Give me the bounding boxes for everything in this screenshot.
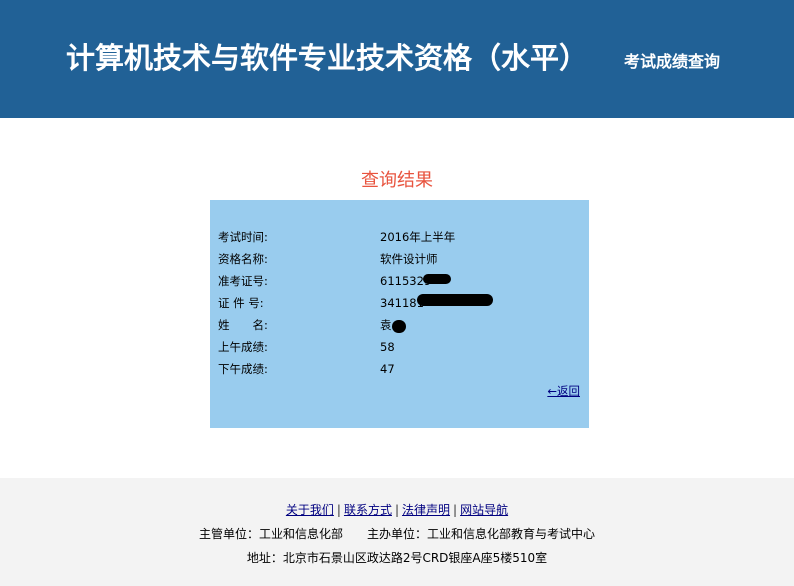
address-text: 地址：北京市石景山区政达路2号CRD银座A座5楼510室 <box>246 551 548 565</box>
afternoon-score-label: 下午成绩: <box>218 362 268 376</box>
legal-link[interactable]: 法律声明 <box>402 503 450 517</box>
result-panel: 考试时间: 2016年上半年 资格名称: 软件设计师 准考证号: 6115329… <box>210 200 589 428</box>
sitemap-link[interactable]: 网站导航 <box>460 503 508 517</box>
back-link[interactable]: ←返回 <box>547 383 580 399</box>
result-heading: 查询结果 <box>361 170 433 191</box>
name-value: 袁 <box>380 318 392 332</box>
page-subtitle: 考试成绩查询 <box>624 52 721 71</box>
redaction-mark <box>423 274 451 284</box>
afternoon-score-value: 47 <box>380 362 395 376</box>
footer-links: 关于我们 | 联系方式 | 法律声明 | 网站导航 <box>0 502 794 518</box>
page-title: 计算机技术与软件专业技术资格（水平） <box>66 41 589 75</box>
about-us-link[interactable]: 关于我们 <box>286 503 334 517</box>
qualification-label: 资格名称: <box>218 252 268 266</box>
exam-time-label: 考试时间: <box>218 230 268 244</box>
exam-time-value: 2016年上半年 <box>380 230 456 244</box>
id-number-label: 证 件 号: <box>218 296 264 310</box>
qualification-value: 软件设计师 <box>380 252 438 266</box>
morning-score-value: 58 <box>380 340 395 354</box>
contact-link[interactable]: 联系方式 <box>344 503 392 517</box>
redaction-mark <box>392 320 406 333</box>
name-label: 姓 名: <box>218 318 268 332</box>
link-separator: | <box>336 503 341 517</box>
organizer-text: 主办单位：工业和信息化部教育与考试中心 <box>367 527 596 541</box>
organization-line: 主管单位：工业和信息化部 主办单位：工业和信息化部教育与考试中心 <box>0 526 794 542</box>
morning-score-label: 上午成绩: <box>218 340 268 354</box>
header-banner: 计算机技术与软件专业技术资格（水平） 考试成绩查询 <box>0 0 794 118</box>
redaction-mark <box>417 294 493 306</box>
ticket-number-label: 准考证号: <box>218 274 268 288</box>
link-separator: | <box>453 503 458 517</box>
link-separator: | <box>394 503 400 517</box>
supervisor-text: 主管单位：工业和信息化部 <box>198 527 343 541</box>
footer: 关于我们 | 联系方式 | 法律声明 | 网站导航 主管单位：工业和信息化部 主办单位：工业和… <box>0 478 794 586</box>
